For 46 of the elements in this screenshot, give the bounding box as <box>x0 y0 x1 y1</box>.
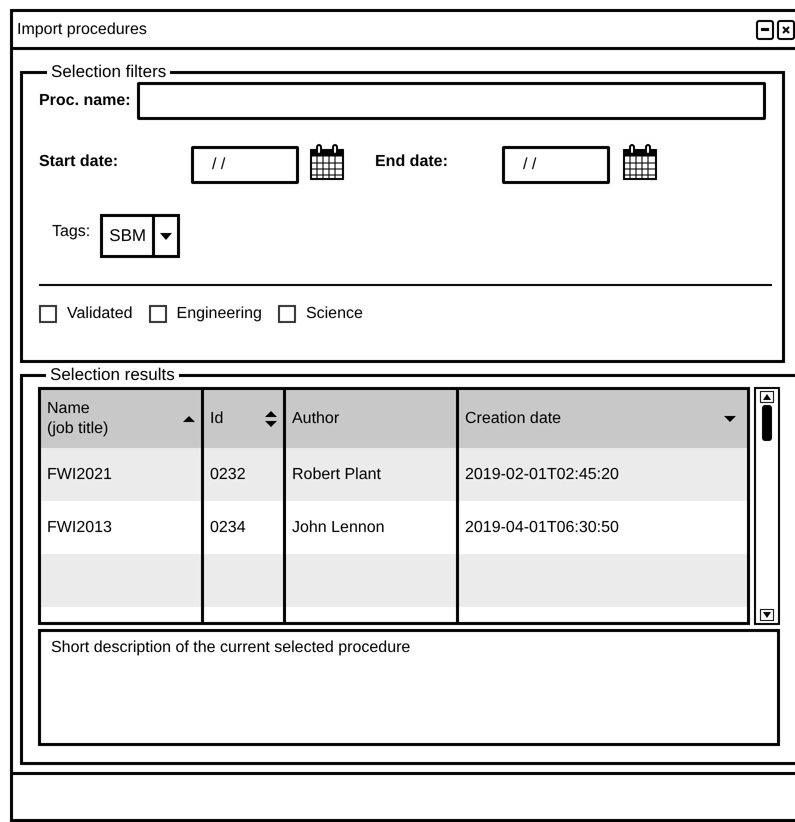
checkbox-label: Engineering <box>176 304 262 324</box>
column-header[interactable]: Name (job title) <box>41 390 201 448</box>
sort-icon[interactable] <box>265 411 277 427</box>
checkbox[interactable] <box>148 305 167 323</box>
field-label: Start date: <box>39 152 120 172</box>
table-cell-text: FWI2013 <box>47 518 112 538</box>
table-cell-text: 0234 <box>210 518 246 538</box>
table-cell-text: FWI2021 <box>47 464 112 484</box>
group-title: Selection filters <box>50 62 168 82</box>
checkbox-label: Validated <box>67 304 133 324</box>
table-cell-text: 2019-02-01T02:45:20 <box>465 464 619 484</box>
column-title: Id <box>210 409 224 429</box>
window-title: Import procedures <box>17 20 147 40</box>
field-label: Tags: <box>52 222 90 242</box>
description-text: Short description of the current selected procedure <box>51 639 410 656</box>
calendar-icon[interactable] <box>622 143 658 181</box>
table-cell-text: 0232 <box>210 464 246 484</box>
column-title: Name (job title) <box>47 399 108 439</box>
column-title: Author <box>292 409 340 429</box>
calendar-icon[interactable] <box>309 143 345 181</box>
sort-up-icon[interactable] <box>183 416 195 422</box>
table-cell-text: 2019-04-01T06:30:50 <box>465 518 619 538</box>
checkbox[interactable] <box>278 305 296 323</box>
table-row[interactable]: FWI2021 0232 Robert Plant 2019-02-01T02:45:20 <box>41 448 747 501</box>
column-title: Creation date <box>465 409 562 429</box>
group-title: Selection results <box>49 365 176 385</box>
table-cell-text: John Lennon <box>292 518 385 538</box>
date-field[interactable]: / / <box>502 146 610 184</box>
scroll-thumb[interactable] <box>762 405 772 441</box>
tags-dropdown[interactable]: SBM <box>100 214 180 258</box>
close-button[interactable] <box>777 20 795 40</box>
proc-name-field[interactable] <box>136 82 766 120</box>
close-icon <box>782 26 790 34</box>
field-label: Proc. name: <box>39 91 131 111</box>
scroll-down-icon[interactable] <box>760 609 774 621</box>
table-cell-text: Robert Plant <box>292 464 381 484</box>
dropdown-arrow-icon <box>160 232 172 240</box>
field-label: End date: <box>375 152 449 172</box>
sort-down-icon[interactable] <box>724 416 736 422</box>
minimize-icon <box>761 28 769 31</box>
checkbox-label: Science <box>306 304 363 324</box>
date-field[interactable]: / / <box>191 146 299 184</box>
minimize-button[interactable] <box>756 20 774 40</box>
scrollbar[interactable] <box>754 387 780 625</box>
checkbox[interactable] <box>39 305 57 323</box>
scroll-up-icon[interactable] <box>760 391 774 403</box>
